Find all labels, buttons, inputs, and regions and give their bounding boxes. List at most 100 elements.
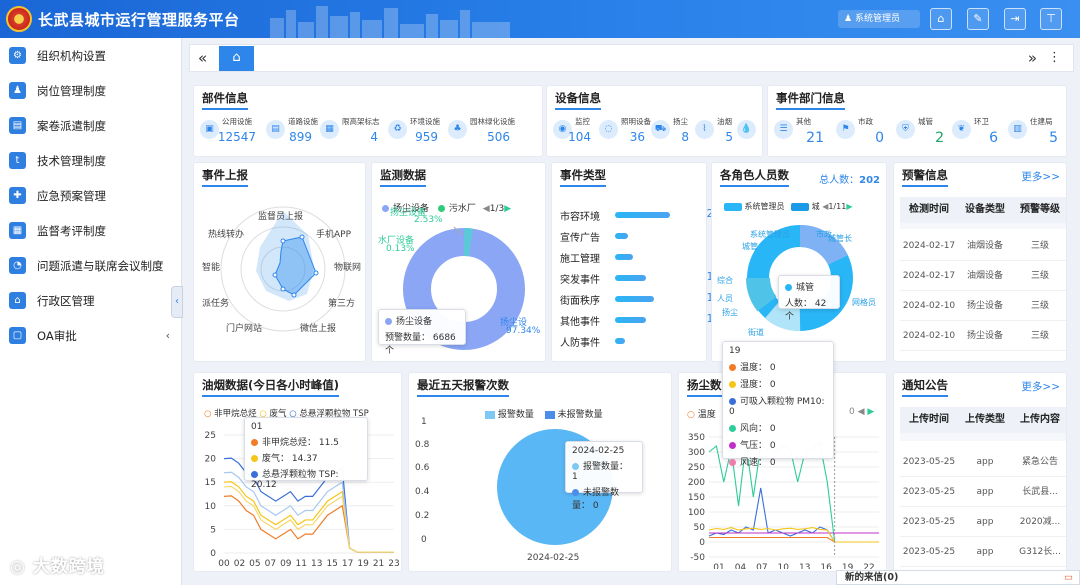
sidebar-item-meeting[interactable]: ◔ 问题派遣与联席会议制度 xyxy=(0,248,182,283)
tooltip-row: 温度： 0 xyxy=(740,363,776,373)
dust-series-line xyxy=(709,536,879,543)
legend-next-icon[interactable]: ▶ xyxy=(504,204,511,214)
sidebar-item-label: 应急预案管理 xyxy=(37,188,106,203)
sidebar-item-org[interactable]: ⚙ 组织机构设置 xyxy=(0,38,182,73)
x-tick: 09 xyxy=(280,559,292,569)
mail-icon: ▭ xyxy=(1064,572,1073,583)
notice-more-link[interactable]: 更多>> xyxy=(1021,379,1060,394)
legend-label[interactable]: 污水厂 xyxy=(449,204,476,214)
x-tick: 16 xyxy=(820,563,832,569)
table-cell: 2023-05-25 xyxy=(900,507,958,537)
more-menu-button[interactable]: ⋮ xyxy=(1048,50,1061,65)
kpi-road[interactable]: ▤ 道路设施 899 xyxy=(266,116,318,146)
kpi-height-limit[interactable]: ▦ 限高架标志 4 xyxy=(320,116,380,146)
table-cell: app xyxy=(958,537,1012,567)
warn-table: 检测时间 设备类型 预警等级 2024-02-17 油烟设备 三级 2024-02-1… xyxy=(900,197,1066,357)
sidebar-item-label: 案卷派遣制度 xyxy=(37,118,106,133)
sidebar-item-post[interactable]: ♟ 岗位管理制度 xyxy=(0,73,182,108)
road-icon: ▤ xyxy=(266,120,285,139)
evtype-name: 人防事件 xyxy=(560,338,600,349)
kpi-value: 4 xyxy=(370,130,378,144)
kpi-green[interactable]: ♣ 园林绿化设施 506 xyxy=(448,116,515,146)
x-tick: 07 xyxy=(265,559,276,569)
app-title: 长武县城市运行管理服务平台 xyxy=(38,11,240,29)
evtype-row[interactable]: 施工管理7 xyxy=(560,249,720,265)
shield-icon: ⛨ xyxy=(896,120,915,139)
evtype-row[interactable]: 街面秩序15 xyxy=(560,291,720,307)
scroll-left-button[interactable]: « xyxy=(198,49,207,67)
meeting-icon: ◔ xyxy=(9,257,26,274)
kpi-value: 6 xyxy=(989,130,998,146)
kpi-municipal[interactable]: ⚑ 市政 0 xyxy=(836,116,884,146)
kpi-label: 扬尘 xyxy=(673,117,688,126)
sidebar-item-oa[interactable]: ▢ OA审批 ‹ xyxy=(0,318,182,353)
scroll-right-button[interactable]: » xyxy=(1028,49,1037,67)
oil-tooltip: 01 非甲烷总烃： 11.5 废气： 14.37 总悬浮颗粒物 TSP: 20.… xyxy=(244,417,368,490)
kpi-env[interactable]: ♻ 环境设施 959 xyxy=(388,116,440,146)
kpi-water[interactable]: 💧 xyxy=(737,116,759,146)
tooltip-row: 风向： 0 xyxy=(740,424,776,434)
radar-label: 物联网 xyxy=(334,263,362,273)
evtype-row[interactable]: 宣传广告5 xyxy=(560,228,720,244)
roles-legend: 系统管理员 城 ◀1/11▶ xyxy=(724,201,852,212)
emergency-icon: ✚ xyxy=(9,187,26,204)
kpi-camera[interactable]: ◉ 监控 104 xyxy=(553,116,591,146)
tab-home[interactable]: ⌂ xyxy=(219,46,254,71)
sidebar-item-district[interactable]: ⌂ 行政区管理 xyxy=(0,283,182,318)
kpi-label: 公用设施 xyxy=(222,117,252,126)
settings-button[interactable]: ⊤ xyxy=(1040,8,1062,30)
legend-label[interactable]: 温度 xyxy=(698,410,716,420)
new-mail-bar[interactable]: 新的来信(0) ▭ xyxy=(836,570,1080,585)
legend-page: 1/3 xyxy=(489,204,505,214)
col-header: 上传内容 xyxy=(1012,407,1066,433)
radar-label: 手机APP xyxy=(316,230,352,240)
evtype-row[interactable]: 市容环境21 xyxy=(560,207,720,223)
home-button[interactable]: ⌂ xyxy=(930,8,952,30)
tooltip-row: 气压： 0 xyxy=(740,441,776,451)
edit-button[interactable]: ✎ xyxy=(967,8,989,30)
y-tick: 0 xyxy=(699,538,705,548)
role-label: 城管 xyxy=(742,242,758,251)
y-tick: 300 xyxy=(688,448,705,458)
alarm-card: 最近五天报警次数 报警数量 未报警数量 1 0.8 0.6 0.4 0.2 0 … xyxy=(408,372,672,572)
warn-more-link[interactable]: 更多>> xyxy=(1021,169,1060,184)
kpi-dust[interactable]: ⛟ 扬尘 8 xyxy=(651,116,689,146)
user-menu[interactable]: ♟ 系统管理员 xyxy=(838,10,920,28)
legend-prev-icon[interactable]: ◀ xyxy=(858,407,865,417)
kpi-housing[interactable]: ▥ 住建局 5 xyxy=(1008,116,1058,146)
logout-button[interactable]: ⇥ xyxy=(1004,8,1026,30)
sidebar-item-evaluation[interactable]: ▦ 监督考评制度 xyxy=(0,213,182,248)
kpi-sanitation[interactable]: ❦ 环卫 6 xyxy=(952,116,998,146)
table-cell: 紧急公告 xyxy=(1012,447,1066,477)
cart-icon: ⛟ xyxy=(651,120,670,139)
tooltip-row: 废气： 14.37 xyxy=(262,454,318,464)
evtype-row[interactable]: 突发事件12 xyxy=(560,270,720,286)
legend-prev-icon[interactable]: ◀ xyxy=(483,204,490,214)
kpi-oil[interactable]: ⌇ 油烟 5 xyxy=(695,116,733,146)
evtype-row[interactable]: 其他事件12 xyxy=(560,312,720,328)
evtype-bar xyxy=(615,317,647,323)
tooltip-header: 2024-02-25 xyxy=(572,446,625,456)
evtype-bar xyxy=(615,233,629,239)
kpi-other[interactable]: ☰ 其他 21 xyxy=(774,116,824,146)
table-cell: 2024-02-17 xyxy=(900,261,958,291)
kpi-urban[interactable]: ⛨ 城管 2 xyxy=(896,116,944,146)
table-cell: 2024-02-10 xyxy=(900,321,958,351)
sidebar-item-tech[interactable]: t 技术管理制度 xyxy=(0,143,182,178)
legend-next-icon[interactable]: ▶ xyxy=(846,202,852,211)
kpi-value: 36 xyxy=(629,130,645,144)
legend-next-icon[interactable]: ▶ xyxy=(867,407,874,417)
kpi-value: 104 xyxy=(568,130,591,144)
x-tick: 05 xyxy=(249,559,260,569)
evtype-row[interactable]: 人防事件4 xyxy=(560,333,720,349)
kpi-public[interactable]: ▣ 公用设施 12547 xyxy=(200,116,256,146)
sidebar-item-emergency[interactable]: ✚ 应急预案管理 xyxy=(0,178,182,213)
roles-tooltip: 城管 人数： 42个 xyxy=(778,275,840,322)
legend-label[interactable]: 系统管理员 xyxy=(745,202,785,211)
sidebar-item-dispatch[interactable]: ▤ 案卷派遣制度 xyxy=(0,108,182,143)
sidebar-item-label: 岗位管理制度 xyxy=(37,83,106,98)
kpi-lighting[interactable]: ◌ 照明设备 36 xyxy=(599,116,651,146)
person-icon: ♟ xyxy=(9,82,26,99)
sidebar-collapse-button[interactable]: ‹ xyxy=(171,286,183,318)
legend-label[interactable]: 城 xyxy=(812,202,820,211)
